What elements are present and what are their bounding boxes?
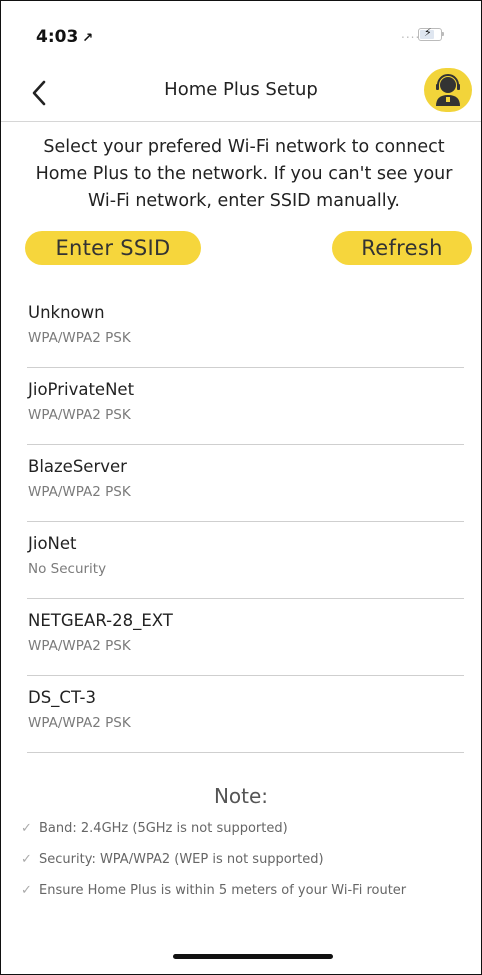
network-security: WPA/WPA2 PSK	[28, 407, 131, 423]
network-item[interactable]: JioPrivateNet WPA/WPA2 PSK	[27, 368, 464, 445]
checkmark-icon: ✓	[21, 883, 32, 898]
network-item[interactable]: BlazeServer WPA/WPA2 PSK	[27, 445, 464, 522]
note-item: ✓ Ensure Home Plus is within 5 meters of …	[21, 883, 481, 914]
status-time: 4:03 ↗	[36, 27, 93, 47]
battery-tip	[442, 32, 444, 36]
refresh-button[interactable]: Refresh	[332, 231, 472, 265]
support-agent-icon	[436, 74, 460, 106]
network-name: DS_CT-3	[28, 688, 96, 707]
location-arrow-icon: ↗	[82, 31, 94, 46]
status-time-text: 4:03	[36, 27, 79, 47]
network-item[interactable]: JioNet No Security	[27, 522, 464, 599]
note-title: Note:	[213, 784, 269, 808]
checkmark-icon: ✓	[21, 852, 32, 867]
note-item: ✓ Band: 2.4GHz (5GHz is not supported)	[21, 821, 481, 852]
network-name: Unknown	[28, 303, 105, 322]
note-text: Band: 2.4GHz (5GHz is not supported)	[39, 821, 288, 836]
page-title: Home Plus Setup	[164, 79, 318, 100]
network-security: WPA/WPA2 PSK	[28, 330, 131, 346]
nav-header: Home Plus Setup	[1, 65, 481, 122]
network-name: JioNet	[28, 534, 77, 553]
network-list: Unknown WPA/WPA2 PSK JioPrivateNet WPA/W…	[27, 291, 464, 753]
checkmark-icon: ✓	[21, 821, 32, 836]
note-list: ✓ Band: 2.4GHz (5GHz is not supported) ✓ S…	[21, 821, 481, 914]
note-text: Ensure Home Plus is within 5 meters of y…	[39, 883, 407, 898]
battery-icon: ⚡	[418, 26, 442, 41]
network-item[interactable]: NETGEAR-28_EXT WPA/WPA2 PSK	[27, 599, 464, 676]
network-security: WPA/WPA2 PSK	[28, 484, 131, 500]
network-security: WPA/WPA2 PSK	[28, 715, 131, 731]
network-security: WPA/WPA2 PSK	[28, 638, 131, 654]
network-security: No Security	[28, 561, 107, 577]
support-button[interactable]	[424, 68, 472, 112]
network-item[interactable]: Unknown WPA/WPA2 PSK	[27, 291, 464, 368]
network-name: JioPrivateNet	[28, 380, 135, 399]
enter-ssid-button[interactable]: Enter SSID	[25, 231, 201, 265]
network-name: NETGEAR-28_EXT	[28, 611, 173, 630]
home-indicator[interactable]	[173, 954, 333, 959]
status-bar: 4:03 ↗ ..... ⚡	[1, 1, 481, 65]
note-item: ✓ Security: WPA/WPA2 (WEP is not supporte…	[21, 852, 481, 883]
note-text: Security: WPA/WPA2 (WEP is not supported…	[39, 852, 324, 867]
network-item[interactable]: DS_CT-3 WPA/WPA2 PSK	[27, 676, 464, 753]
instructions-text: Select your prefered Wi-Fi network to co…	[35, 137, 453, 211]
network-name: BlazeServer	[28, 457, 127, 476]
app-screen: 4:03 ↗ ..... ⚡ Home Plus Setup Select yo…	[0, 0, 482, 975]
